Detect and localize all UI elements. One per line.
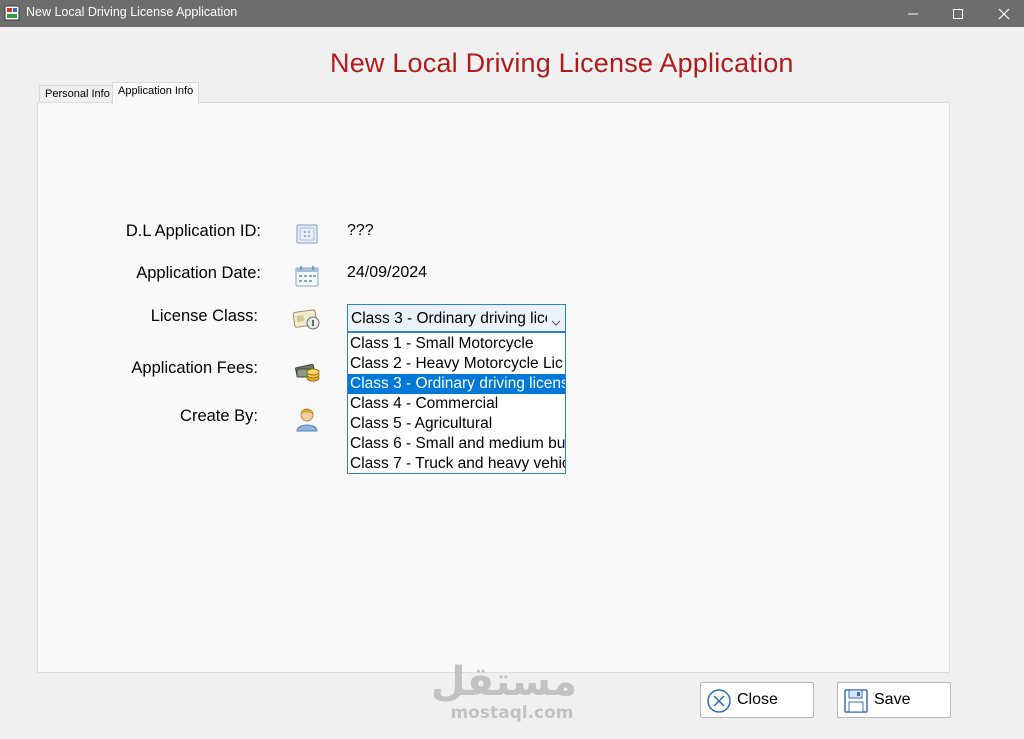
close-button-label: Close bbox=[737, 691, 778, 708]
dropdown-option[interactable]: Class 4 - Commercial bbox=[348, 394, 565, 414]
created-by-label: Create By: bbox=[180, 407, 258, 425]
window-title: New Local Driving License Application bbox=[26, 5, 238, 19]
application-fees-label: Application Fees: bbox=[131, 359, 258, 377]
maximize-button[interactable] bbox=[935, 0, 981, 27]
license-class-select[interactable]: Class 3 - Ordinary driving lice bbox=[347, 304, 566, 332]
dropdown-option[interactable]: Class 5 - Agricultural bbox=[348, 414, 565, 434]
close-icon bbox=[998, 8, 1010, 20]
money-icon bbox=[294, 360, 322, 389]
window-titlebar: New Local Driving License Application bbox=[0, 0, 1024, 27]
close-circle-icon bbox=[706, 688, 732, 719]
license-icon bbox=[292, 307, 321, 336]
calendar-icon bbox=[295, 265, 319, 292]
license-class-dropdown: Class 1 - Small Motorcycle Class 2 - Hea… bbox=[347, 332, 566, 474]
tab-application-info[interactable]: Application Info bbox=[112, 82, 200, 104]
application-date-value: 24/09/2024 bbox=[347, 264, 428, 281]
application-id-value: ??? bbox=[347, 222, 374, 239]
minimize-icon bbox=[907, 8, 919, 20]
user-icon bbox=[295, 406, 319, 437]
save-button[interactable]: Save bbox=[837, 682, 951, 718]
close-button[interactable]: Close bbox=[700, 682, 814, 718]
close-window-button[interactable] bbox=[981, 0, 1024, 27]
dropdown-option[interactable]: Class 6 - Small and medium bu bbox=[348, 434, 565, 454]
save-button-label: Save bbox=[874, 691, 911, 708]
form-heading: New Local Driving License Application bbox=[330, 48, 794, 78]
chevron-down-icon[interactable] bbox=[551, 314, 561, 332]
watermark-latin: mostaql.com bbox=[450, 703, 574, 723]
tab-personal-info[interactable]: Personal Info bbox=[39, 85, 116, 103]
application-date-label: Application Date: bbox=[136, 264, 261, 282]
id-card-icon bbox=[296, 224, 318, 249]
dropdown-option[interactable]: Class 2 - Heavy Motorcycle Lic bbox=[348, 354, 565, 374]
app-icon bbox=[4, 5, 20, 21]
maximize-icon bbox=[952, 8, 964, 20]
dropdown-option[interactable]: Class 3 - Ordinary driving licens bbox=[348, 374, 565, 394]
dropdown-option[interactable]: Class 7 - Truck and heavy vehic bbox=[348, 454, 565, 473]
minimize-button[interactable] bbox=[890, 0, 936, 27]
license-class-label: License Class: bbox=[150, 307, 258, 325]
dropdown-option[interactable]: Class 1 - Small Motorcycle bbox=[348, 334, 565, 354]
license-class-selected: Class 3 - Ordinary driving lice bbox=[351, 310, 547, 327]
application-id-label: D.L Application ID: bbox=[125, 222, 261, 240]
dropdown-list: Class 1 - Small Motorcycle Class 2 - Hea… bbox=[348, 333, 565, 473]
save-icon bbox=[843, 688, 869, 719]
